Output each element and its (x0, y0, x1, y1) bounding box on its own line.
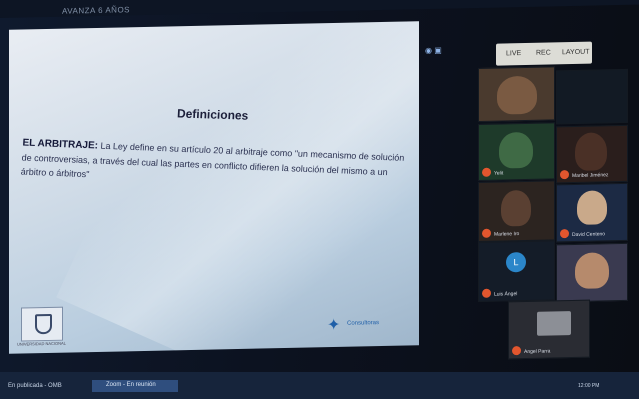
participant-tile[interactable] (478, 66, 555, 122)
conference-status-icons[interactable]: ◉ ▣ (425, 45, 475, 62)
participant-badge-icon (512, 346, 521, 356)
slide-body: EL ARBITRAJE: La Ley define en su artícu… (20, 136, 412, 195)
participant-tile[interactable]: Yelit (478, 122, 555, 181)
taskbar: En publicada - OMB Zoom - En reunión 12:… (0, 372, 639, 399)
university-logo (21, 306, 63, 342)
participant-tile[interactable]: Marlene Iro (478, 180, 555, 242)
participant-video (497, 75, 537, 115)
taskbar-item-browser[interactable]: En publicada - OMB (8, 383, 62, 389)
conference-toolbar[interactable]: LIVE REC LAYOUT (496, 41, 592, 66)
slide-title: Definiciones (176, 106, 249, 123)
participant-tile[interactable]: Angel Parra (508, 299, 590, 360)
taskbar-clock: 12:00 PM (578, 383, 600, 389)
participant-name: David Centeno (572, 231, 606, 239)
participant-badge-icon (560, 229, 569, 239)
participant-video (575, 132, 607, 171)
window-title: AVANZA 6 AÑOS (62, 5, 131, 16)
monitor-screen: AVANZA 6 AÑOS Definiciones EL ARBITRAJE:… (0, 0, 639, 399)
participant-name: Yelit (494, 170, 504, 177)
participant-tile[interactable] (556, 68, 628, 125)
taskbar-item-zoom[interactable]: Zoom - En reunión (92, 380, 178, 392)
university-logo-caption: UNIVERSIDAD NACIONAL (17, 340, 66, 347)
participant-video (499, 131, 533, 169)
participant-name: Marlene Iro (494, 231, 520, 238)
participant-name: Luis Ángel (494, 291, 518, 298)
participant-badge-icon (560, 170, 569, 180)
participant-badge-icon (482, 228, 491, 238)
participant-tile[interactable]: L Luis Ángel (478, 240, 555, 302)
participant-name: Maribel Jiménez (572, 172, 609, 180)
presentation-slide: Definiciones EL ARBITRAJE: La Ley define… (9, 21, 419, 354)
shield-icon (35, 313, 52, 335)
sponsor-logo: ✦ Consultoras (327, 312, 397, 335)
toolbar-item-rec[interactable]: REC (536, 49, 551, 56)
participant-video (577, 190, 607, 225)
slide-term: EL ARBITRAJE: (22, 137, 99, 152)
participant-badge-icon (482, 167, 491, 177)
participant-tile[interactable]: Maribel Jiménez (556, 124, 628, 184)
participant-video (537, 311, 571, 336)
participant-avatar: L (506, 251, 526, 273)
toolbar-item-live[interactable]: LIVE (506, 50, 521, 57)
participant-name: Angel Parra (524, 348, 551, 356)
participant-video (575, 252, 609, 289)
participant-tile[interactable] (556, 242, 628, 303)
participant-video (501, 189, 531, 227)
sponsor-mark-icon: ✦ (327, 316, 341, 335)
taskbar-item-zoom-label: Zoom - En reunión (106, 382, 156, 388)
participant-badge-icon (482, 288, 491, 298)
toolbar-item-layout[interactable]: LAYOUT (562, 49, 590, 57)
sponsor-logo-text: Consultoras (347, 320, 380, 327)
participant-tile[interactable]: David Centeno (556, 182, 628, 243)
